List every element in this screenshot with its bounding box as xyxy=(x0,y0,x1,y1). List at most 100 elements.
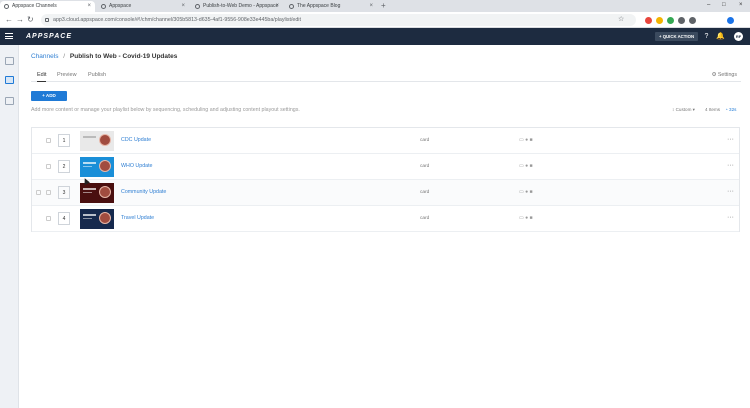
content-title-link[interactable]: Travel Update xyxy=(121,214,154,223)
close-icon[interactable]: × xyxy=(87,1,91,12)
help-icon[interactable]: ? xyxy=(702,32,711,41)
channels-icon[interactable] xyxy=(5,76,14,84)
browser-tab[interactable]: Appspace Channels × xyxy=(0,1,95,12)
browser-tab[interactable]: Publish-to-Web Demo - Appspace × xyxy=(191,1,283,12)
devices-icon[interactable] xyxy=(5,97,14,105)
maximize-button[interactable]: □ xyxy=(722,0,726,11)
thumbnail-face xyxy=(99,186,111,198)
playlist-duration: ◔ 32s xyxy=(725,107,737,112)
breadcrumb: Channels / Publish to Web - Covid-19 Upd… xyxy=(31,52,177,62)
table-row[interactable]: 1 CDC Update card ▭ ● ■ ··· xyxy=(32,128,739,154)
more-options-icon[interactable]: ··· xyxy=(727,135,734,144)
thumbnail-text-bar xyxy=(83,166,92,167)
extension-icon[interactable] xyxy=(678,17,685,24)
extension-icon[interactable] xyxy=(656,17,663,24)
library-icon[interactable] xyxy=(5,57,14,65)
bell-icon[interactable]: 🔔 xyxy=(716,32,725,41)
add-button[interactable]: + ADD xyxy=(31,91,67,101)
content-title-link[interactable]: CDC Update xyxy=(121,136,151,145)
playlist-table: 1 CDC Update card ▭ ● ■ ··· 2 WHO Update… xyxy=(31,127,740,232)
table-row[interactable]: 4 Travel Update card ▭ ● ■ ··· xyxy=(32,206,739,232)
menu-icon[interactable] xyxy=(5,33,13,39)
tab-title: The Appspace Blog xyxy=(297,3,341,9)
tab-publish[interactable]: Publish xyxy=(88,70,106,81)
content-thumbnail[interactable] xyxy=(80,131,114,151)
lock-icon xyxy=(45,18,49,22)
row-status-icons[interactable]: ▭ ● ■ xyxy=(519,136,533,145)
favicon-icon xyxy=(4,4,9,9)
checkbox[interactable] xyxy=(36,190,41,195)
drag-handle-icon[interactable] xyxy=(46,164,51,169)
thumbnail-face xyxy=(99,212,111,224)
sequence-input[interactable]: 3 xyxy=(58,186,70,199)
sequence-input[interactable]: 1 xyxy=(58,134,70,147)
thumbnail-text-bar xyxy=(83,214,96,216)
avatar[interactable]: RF xyxy=(734,32,743,41)
sequence-input[interactable]: 2 xyxy=(58,160,70,173)
browser-tab[interactable]: The Appspace Blog × xyxy=(285,1,377,12)
quick-action-button[interactable]: + QUICK ACTION xyxy=(655,32,699,41)
thumbnail-text-bar xyxy=(83,162,96,164)
extension-icon[interactable] xyxy=(689,17,696,24)
close-icon[interactable]: × xyxy=(369,1,373,12)
settings-button[interactable]: ⚙ Settings xyxy=(712,70,737,81)
more-options-icon[interactable]: ··· xyxy=(727,213,734,222)
content-type: card xyxy=(420,190,430,195)
globe-icon xyxy=(289,4,294,9)
thumbnail-text-bar xyxy=(83,188,96,190)
window-close-button[interactable]: × xyxy=(739,0,743,11)
thumbnail-text-bar xyxy=(83,218,92,219)
item-count: 4 Items xyxy=(705,107,721,112)
more-options-icon[interactable]: ··· xyxy=(727,187,734,196)
playlist-hint: Add more content or manage your playlist… xyxy=(31,107,300,113)
close-icon[interactable]: × xyxy=(181,1,185,12)
minimize-button[interactable]: – xyxy=(707,0,710,11)
drag-handle-icon[interactable] xyxy=(46,216,51,221)
tab-title: Publish-to-Web Demo - Appspace xyxy=(203,3,279,9)
content-thumbnail[interactable] xyxy=(80,183,114,203)
url-input[interactable]: app3.cloud.appspace.com/console/#!/chm/c… xyxy=(41,14,636,26)
tab-preview[interactable]: Preview xyxy=(57,70,77,81)
thumbnail-face xyxy=(99,160,111,172)
channel-tabs: Edit Preview Publish ⚙ Settings xyxy=(31,70,741,82)
content-type: card xyxy=(420,216,430,221)
page-title: Publish to Web - Covid-19 Updates xyxy=(69,53,178,60)
breadcrumb-channels-link[interactable]: Channels xyxy=(31,53,58,60)
extension-icon[interactable] xyxy=(667,17,674,24)
content-thumbnail[interactable] xyxy=(80,157,114,177)
table-row[interactable]: 2 WHO Update card ▭ ● ■ ··· xyxy=(32,154,739,180)
thumbnail-face xyxy=(99,134,111,146)
row-status-icons[interactable]: ▭ ● ■ xyxy=(519,188,533,197)
content-title-link[interactable]: Community Update xyxy=(121,188,166,197)
browser-tab[interactable]: Appspace × xyxy=(97,1,189,12)
tab-title: Appspace Channels xyxy=(12,3,57,9)
bookmark-star-icon[interactable]: ☆ xyxy=(618,14,624,26)
content-thumbnail[interactable] xyxy=(80,209,114,229)
address-bar: ← → ↻ app3.cloud.appspace.com/console/#!… xyxy=(0,12,750,28)
breadcrumb-separator: / xyxy=(63,53,66,60)
forward-arrow-icon[interactable]: → xyxy=(16,14,24,26)
table-row[interactable]: 3 Community Update card ▭ ● ■ ··· xyxy=(32,180,739,206)
sequence-input[interactable]: 4 xyxy=(58,212,70,225)
close-icon[interactable]: × xyxy=(275,1,279,12)
sort-custom-dropdown[interactable]: ↕ Custom ▾ xyxy=(672,106,695,114)
drag-handle-icon[interactable] xyxy=(46,190,51,195)
new-tab-button[interactable]: + xyxy=(381,0,386,12)
url-text: app3.cloud.appspace.com/console/#!/chm/c… xyxy=(53,17,301,23)
more-options-icon[interactable]: ··· xyxy=(727,161,734,170)
globe-icon xyxy=(195,4,200,9)
tab-title: Appspace xyxy=(109,3,132,9)
row-status-icons[interactable]: ▭ ● ■ xyxy=(519,214,533,223)
drag-handle-icon[interactable] xyxy=(46,138,51,143)
content-type: card xyxy=(420,164,430,169)
tab-edit[interactable]: Edit xyxy=(37,70,47,82)
content-title-link[interactable]: WHO Update xyxy=(121,162,153,171)
back-arrow-icon[interactable]: ← xyxy=(5,14,13,26)
favicon-icon xyxy=(101,4,106,9)
extension-icon[interactable] xyxy=(645,17,652,24)
app-header: APPSPACE + QUICK ACTION ? 🔔 RF xyxy=(0,28,750,45)
reload-icon[interactable]: ↻ xyxy=(27,14,34,26)
profile-avatar-icon[interactable] xyxy=(727,17,734,24)
row-status-icons[interactable]: ▭ ● ■ xyxy=(519,162,533,171)
browser-tab-strip: Appspace Channels × Appspace × Publish-t… xyxy=(0,0,750,12)
